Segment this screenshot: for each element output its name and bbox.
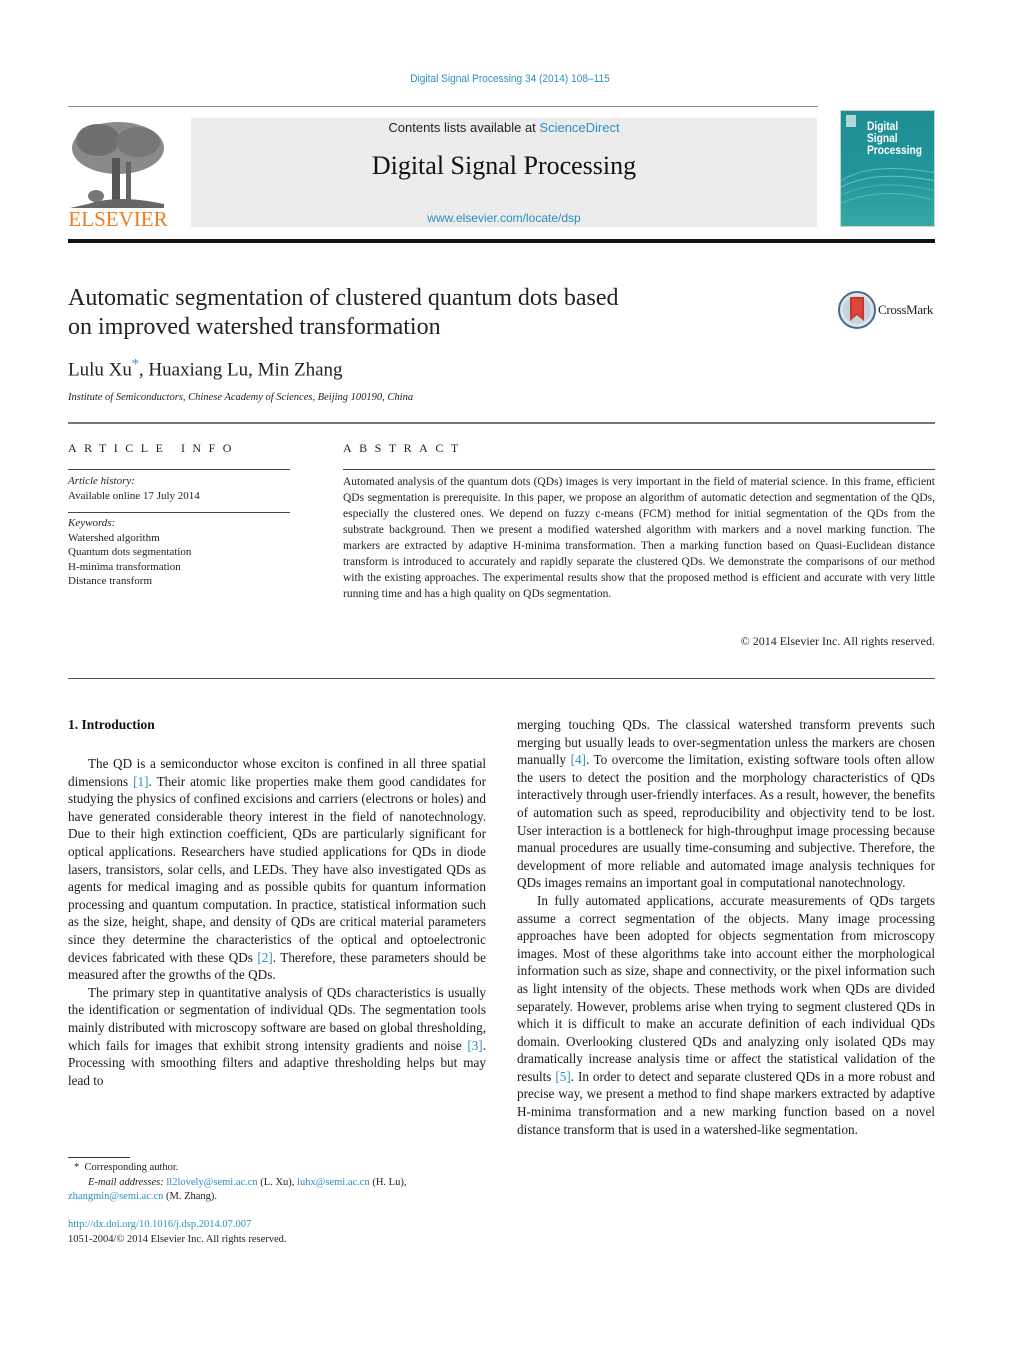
journal-reference-link[interactable]: Digital Signal Processing 34 (2014) 108–… [41, 73, 979, 85]
keyword: Watershed algorithm [68, 531, 160, 544]
footnote-rule [68, 1157, 130, 1158]
divider [68, 678, 935, 679]
journal-url-link[interactable]: www.elsevier.com/locate/dsp [191, 211, 817, 225]
journal-name: Digital Signal Processing [371, 151, 637, 180]
author-separator: , [138, 359, 149, 381]
citation-link[interactable]: [1] [133, 774, 148, 789]
history-label: Article history: [68, 475, 135, 487]
header-rule [68, 239, 935, 243]
journal-cover-thumbnail[interactable]: Digital Signal Processing [840, 110, 935, 227]
section-heading-introduction: 1. Introduction [68, 717, 155, 732]
email-owner: (M. Zhang). [163, 1191, 218, 1202]
paragraph: In fully automated applications, accurat… [517, 892, 935, 1138]
divider [68, 512, 290, 513]
citation-link[interactable]: [2] [257, 950, 272, 965]
paragraph: The primary step in quantitative analysi… [68, 984, 486, 1090]
elsevier-wordmark: ELSEVIER [68, 207, 167, 230]
history-value: Available online 17 July 2014 [68, 489, 200, 502]
keyword: H-minima transformation [68, 560, 181, 573]
paragraph: The QD is a semiconductor whose exciton … [68, 755, 486, 984]
emails-label: E-mail addresses: [88, 1176, 164, 1188]
cover-title-line: Processing [867, 143, 922, 157]
email-owner: (H. Lu), [369, 1176, 407, 1188]
title-line: on improved watershed transformation [68, 314, 441, 340]
text-run: . In order to detect and separate cluste… [517, 1068, 935, 1137]
author-separator: , [248, 359, 258, 381]
keywords: Keywords: Watershed algorithm Quantum do… [68, 516, 290, 589]
keywords-label: Keywords: [68, 517, 116, 529]
email-owner: (L. Xu), [257, 1176, 298, 1188]
journal-masthead: Contents lists available at ScienceDirec… [191, 118, 817, 227]
divider [343, 469, 935, 470]
text-run: The primary step in quantitative analysi… [68, 984, 486, 1053]
issn-copyright: 1051-2004/© 2014 Elsevier Inc. All right… [68, 1233, 287, 1245]
elsevier-tree-icon: ELSEVIER [68, 122, 168, 231]
contents-prefix: Contents lists available at [388, 120, 540, 135]
contents-line: Contents lists available at ScienceDirec… [191, 120, 817, 135]
abstract-text: Automated analysis of the quantum dots (… [343, 476, 935, 600]
email-addresses: E-mail addresses: ll2lovely@semi.ac.cn (… [68, 1176, 488, 1205]
body-column-left: The QD is a semiconductor whose exciton … [68, 755, 486, 1089]
sciencedirect-link[interactable]: ScienceDirect [539, 120, 619, 135]
title-line: Automatic segmentation of clustered quan… [68, 285, 619, 311]
email-link[interactable]: zhangmin@semi.ac.cn [68, 1191, 163, 1202]
crossmark-button[interactable] [838, 291, 876, 334]
crossmark-icon [838, 291, 876, 329]
cover-title: Digital Signal Processing [867, 120, 922, 156]
keyword: Distance transform [68, 575, 152, 587]
text-run: In fully automated applications, accurat… [517, 892, 935, 1084]
text-run: . To overcome the limitation, existing s… [517, 752, 935, 891]
article-title: Automatic segmentation of clustered quan… [68, 284, 788, 342]
abstract-copyright: © 2014 Elsevier Inc. All rights reserved… [740, 634, 935, 648]
author-name[interactable]: Huaxiang Lu [148, 359, 248, 380]
crossmark-label[interactable]: CrossMark [878, 302, 933, 318]
author-list: Lulu Xu*, Huaxiang Lu, Min Zhang [68, 357, 343, 381]
doi-block: http://dx.doi.org/10.1016/j.dsp.2014.07.… [68, 1218, 287, 1247]
text-run: . Their atomic like properties make them… [68, 773, 487, 965]
citation-link[interactable]: [3] [467, 1038, 482, 1053]
email-link[interactable]: ll2lovely@semi.ac.cn [166, 1177, 257, 1188]
author-name[interactable]: Min Zhang [258, 359, 343, 380]
citation-link[interactable]: [4] [571, 752, 586, 767]
article-info-heading: ARTICLE INFO [68, 441, 239, 455]
doi-link[interactable]: http://dx.doi.org/10.1016/j.dsp.2014.07.… [68, 1218, 287, 1233]
corresponding-author-note: * Corresponding author. [68, 1161, 488, 1176]
elsevier-logo: ELSEVIER [68, 118, 168, 231]
corresponding-label: Corresponding author. [84, 1162, 179, 1173]
keyword: Quantum dots segmentation [68, 546, 192, 558]
divider [68, 469, 290, 470]
body-column-right: merging touching QDs. The classical wate… [517, 716, 935, 1138]
footnote-mark: * [74, 1162, 80, 1173]
author-name[interactable]: Lulu Xu [68, 359, 132, 380]
abstract-heading: ABSTRACT [343, 441, 466, 455]
paragraph: merging touching QDs. The classical wate… [517, 716, 935, 892]
divider [68, 422, 935, 424]
footnote: * Corresponding author. E-mail addresses… [68, 1161, 488, 1205]
corresponding-author-mark[interactable]: * [132, 357, 139, 372]
article-history: Article history: Available online 17 Jul… [68, 474, 290, 503]
divider [68, 106, 818, 107]
email-link[interactable]: luhx@semi.ac.cn [297, 1177, 370, 1188]
affiliation: Institute of Semiconductors, Chinese Aca… [68, 392, 414, 403]
citation-link[interactable]: [5] [555, 1069, 570, 1084]
